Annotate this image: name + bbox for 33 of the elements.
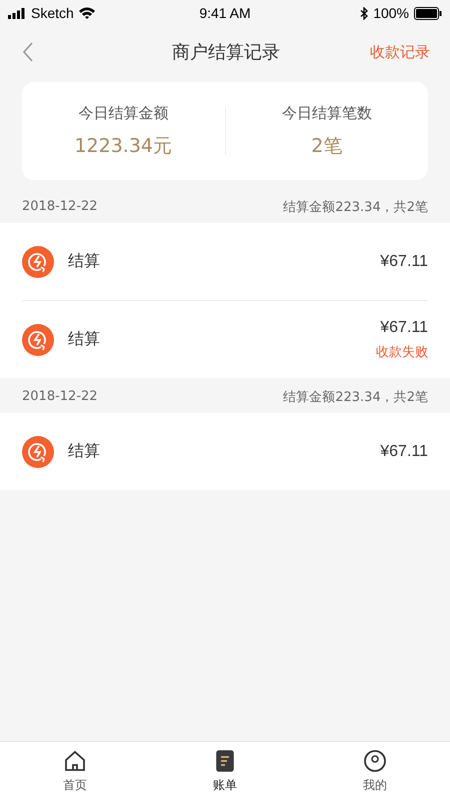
group-total: 结算金额223.34，共2笔 — [283, 198, 428, 216]
settlement-icon — [22, 246, 54, 278]
record-status: 收款失败 — [376, 344, 428, 360]
summary-label: 今日结算笔数 — [282, 104, 372, 122]
home-icon — [63, 748, 87, 772]
record-amount: ¥67.11 — [380, 442, 428, 460]
page-title: 商户结算记录 — [172, 41, 280, 64]
user-icon — [363, 748, 387, 772]
settlement-icon — [22, 436, 54, 468]
summary-label: 今日结算金额 — [78, 104, 168, 122]
signal-icon — [8, 8, 26, 18]
bluetooth-icon — [360, 6, 368, 20]
tab-bar-item[interactable]: 我的 — [300, 742, 450, 800]
record-title: 结算 — [68, 329, 101, 350]
record-amount: ¥67.11 — [380, 318, 428, 336]
settlement-icon — [22, 324, 54, 356]
summary-value: 1223.34元 — [74, 134, 172, 158]
record-title: 结算 — [68, 251, 101, 272]
clock-time: 9:41 AM — [199, 5, 251, 21]
record-title: 结算 — [68, 441, 101, 462]
battery-icon — [414, 6, 442, 20]
battery-percentage: 100% — [373, 5, 409, 21]
group-total: 结算金额223.34，共2笔 — [283, 388, 428, 406]
document-icon — [213, 748, 237, 772]
wifi-icon — [78, 7, 95, 19]
back-icon[interactable] — [22, 42, 34, 62]
record-amount: ¥67.11 — [380, 252, 428, 270]
tab-bar-item[interactable]: 账单 — [150, 742, 300, 800]
carrier-name: Sketch — [31, 5, 74, 21]
group-date: 2018-12-22 — [22, 389, 98, 404]
group-date: 2018-12-22 — [22, 199, 98, 214]
tab-bar-item[interactable]: 首页 — [0, 742, 150, 800]
summary-value: 2笔 — [311, 134, 342, 158]
